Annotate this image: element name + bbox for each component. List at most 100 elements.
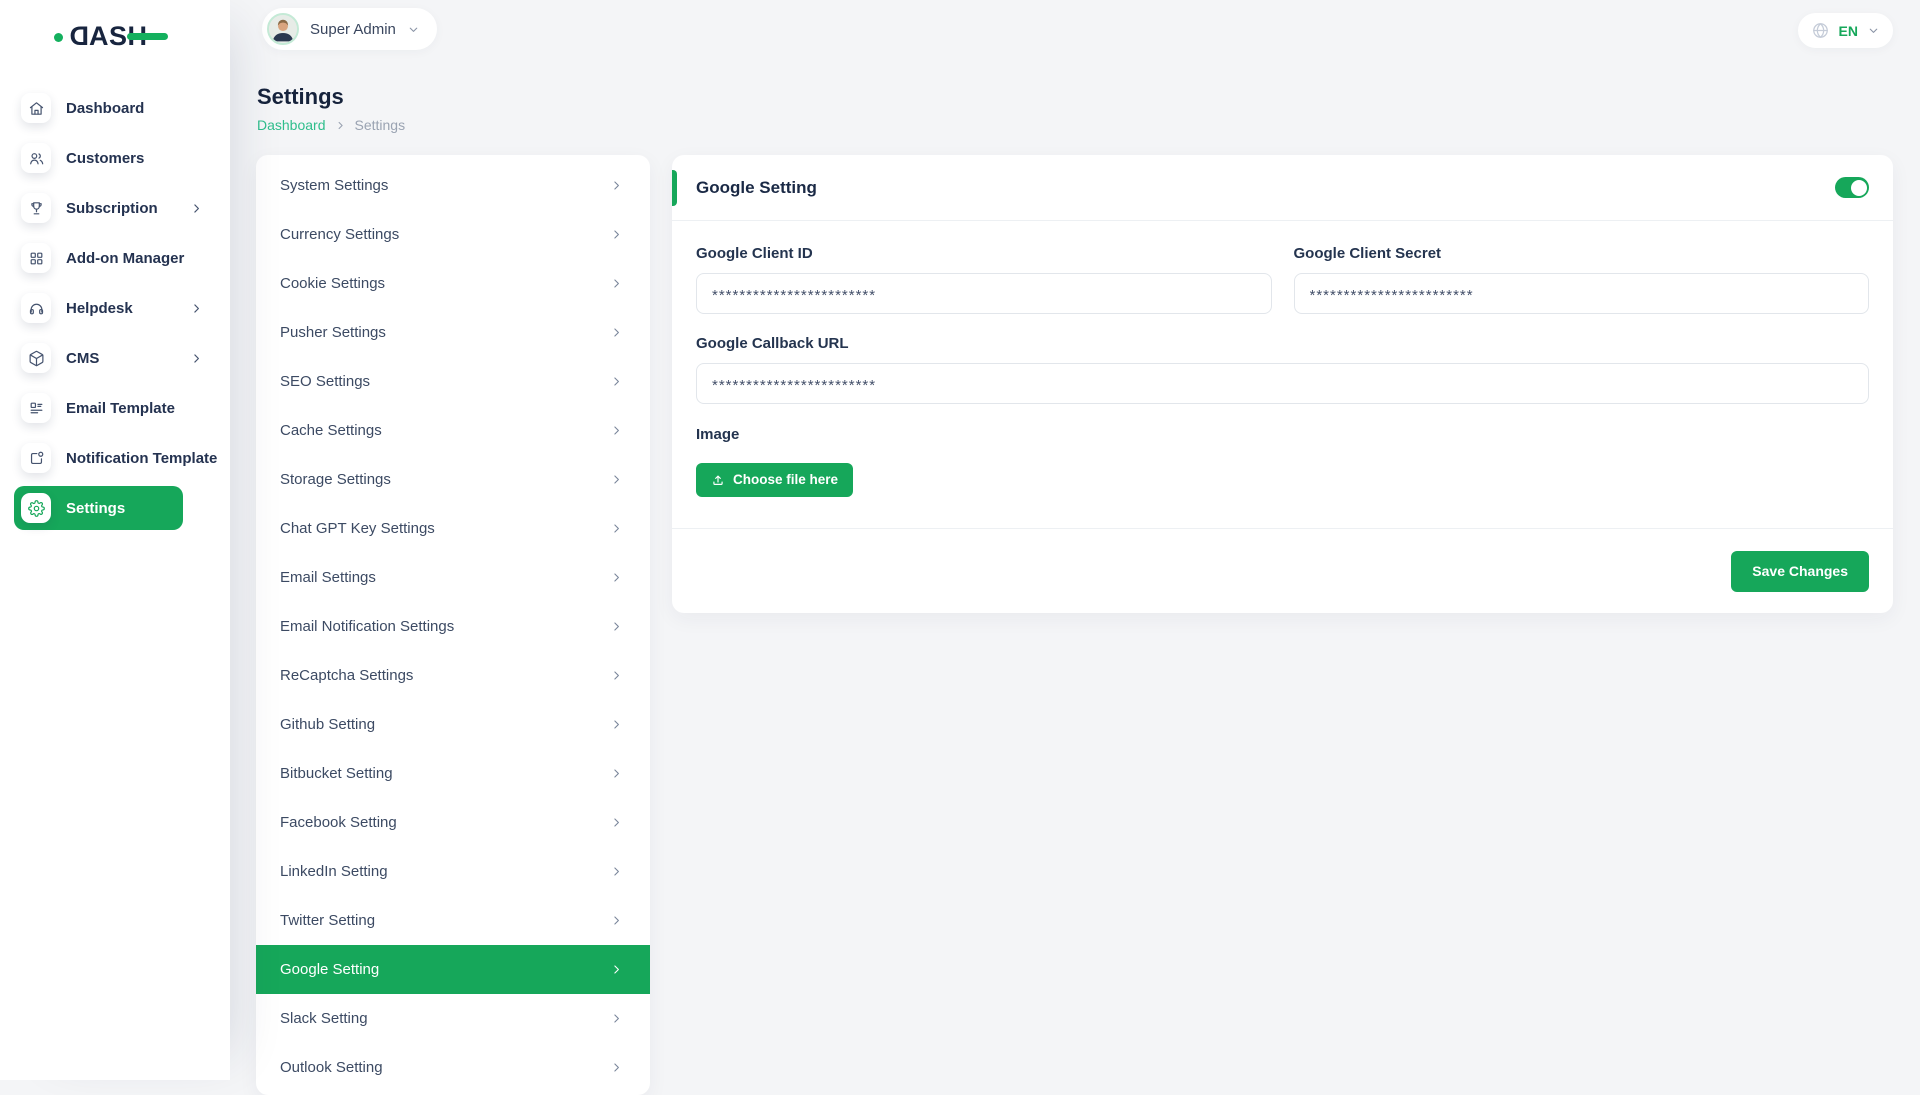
settings-nav-item-label: Email Settings bbox=[280, 569, 376, 586]
template-icon bbox=[21, 393, 51, 423]
sidebar-item-label: Notification Template bbox=[66, 450, 217, 467]
breadcrumb-separator-icon bbox=[335, 120, 346, 131]
chevron-right-icon bbox=[610, 865, 623, 878]
settings-nav-item-facebook-setting[interactable]: Facebook Setting bbox=[256, 798, 650, 847]
google-setting-toggle[interactable] bbox=[1835, 177, 1869, 198]
settings-nav-item-label: Chat GPT Key Settings bbox=[280, 520, 435, 537]
chevron-right-icon bbox=[610, 669, 623, 682]
settings-nav-list: System Settings Currency Settings Cookie S… bbox=[256, 155, 650, 1095]
avatar bbox=[267, 13, 299, 45]
settings-nav-item-github-setting[interactable]: Github Setting bbox=[256, 700, 650, 749]
settings-nav-item-twitter-setting[interactable]: Twitter Setting bbox=[256, 896, 650, 945]
toggle-knob bbox=[1851, 180, 1867, 196]
chevron-right-icon bbox=[610, 914, 623, 927]
google-setting-card: Google Setting Google Client IDGoogle Cl… bbox=[672, 155, 1893, 613]
settings-nav-item-linkedin-setting[interactable]: LinkedIn Setting bbox=[256, 847, 650, 896]
chevron-right-icon bbox=[610, 228, 623, 241]
settings-nav-item-label: Storage Settings bbox=[280, 471, 391, 488]
settings-nav-item-label: Pusher Settings bbox=[280, 324, 386, 341]
field-label: Google Callback URL bbox=[696, 335, 1869, 352]
settings-nav-item-label: Twitter Setting bbox=[280, 912, 375, 929]
fields-grid: Google Client IDGoogle Client SecretGoog… bbox=[696, 245, 1869, 425]
settings-nav-item-pusher-settings[interactable]: Pusher Settings bbox=[256, 308, 650, 357]
settings-nav-item-email-notification-settings[interactable]: Email Notification Settings bbox=[256, 602, 650, 651]
chevron-right-icon bbox=[610, 1012, 623, 1025]
settings-nav-item-cookie-settings[interactable]: Cookie Settings bbox=[256, 259, 650, 308]
field-google-client-secret: Google Client Secret bbox=[1294, 245, 1870, 314]
settings-nav-item-label: System Settings bbox=[280, 177, 388, 194]
field-label: Google Client Secret bbox=[1294, 245, 1870, 262]
sidebar-item-customers[interactable]: Customers bbox=[14, 133, 205, 183]
user-name: Super Admin bbox=[310, 21, 396, 38]
google-client-secret-input[interactable] bbox=[1294, 273, 1870, 314]
sidebar-item-add-on-manager[interactable]: Add-on Manager bbox=[14, 233, 205, 283]
google-client-id-input[interactable] bbox=[696, 273, 1272, 314]
google-callback-url-input[interactable] bbox=[696, 363, 1869, 404]
settings-nav-item-label: Cache Settings bbox=[280, 422, 382, 439]
brand-logo: DASH bbox=[69, 18, 148, 54]
sidebar-item-label: Dashboard bbox=[66, 100, 144, 117]
settings-nav-item-slack-setting[interactable]: Slack Setting bbox=[256, 994, 650, 1043]
settings-nav-item-outlook-setting[interactable]: Outlook Setting bbox=[256, 1043, 650, 1092]
choose-file-button[interactable]: Choose file here bbox=[696, 463, 853, 497]
chevron-right-icon bbox=[610, 326, 623, 339]
sidebar-item-label: CMS bbox=[66, 350, 99, 367]
settings-nav-item-chat-gpt-key-settings[interactable]: Chat GPT Key Settings bbox=[256, 504, 650, 553]
chevron-right-icon bbox=[610, 375, 623, 388]
sidebar-item-label: Add-on Manager bbox=[66, 250, 184, 267]
field-google-callback-url: Google Callback URL bbox=[696, 335, 1869, 404]
language-code: EN bbox=[1839, 23, 1858, 39]
home-icon bbox=[21, 93, 51, 123]
sidebar-item-label: Customers bbox=[66, 150, 144, 167]
settings-nav-item-currency-settings[interactable]: Currency Settings bbox=[256, 210, 650, 259]
chevron-right-icon bbox=[610, 620, 623, 633]
sidebar-item-notification-template[interactable]: Notification Template bbox=[14, 433, 205, 483]
settings-nav-item-google-setting[interactable]: Google Setting bbox=[256, 945, 650, 994]
settings-nav-item-recaptcha-settings[interactable]: ReCaptcha Settings bbox=[256, 651, 650, 700]
settings-nav-item-email-settings[interactable]: Email Settings bbox=[256, 553, 650, 602]
package-icon bbox=[21, 343, 51, 373]
sidebar-item-cms[interactable]: CMS bbox=[14, 333, 205, 383]
chevron-right-icon bbox=[610, 179, 623, 192]
sidebar-item-dashboard[interactable]: Dashboard bbox=[14, 83, 205, 133]
settings-nav-item-cache-settings[interactable]: Cache Settings bbox=[256, 406, 650, 455]
save-changes-button[interactable]: Save Changes bbox=[1731, 551, 1869, 592]
settings-nav-item-label: Currency Settings bbox=[280, 226, 399, 243]
sidebar: DASH Dashboard Customers Subscription Add-o… bbox=[0, 0, 230, 1080]
settings-nav-item-storage-settings[interactable]: Storage Settings bbox=[256, 455, 650, 504]
settings-nav-item-label: Cookie Settings bbox=[280, 275, 385, 292]
chevron-right-icon bbox=[610, 816, 623, 829]
settings-nav-item-label: Slack Setting bbox=[280, 1010, 368, 1027]
settings-nav-item-label: Outlook Setting bbox=[280, 1059, 383, 1076]
chevron-down-icon bbox=[407, 23, 420, 36]
card-accent-bar bbox=[672, 170, 677, 206]
sidebar-item-label: Email Template bbox=[66, 400, 175, 417]
chevron-right-icon bbox=[610, 473, 623, 486]
sidebar-item-email-template[interactable]: Email Template bbox=[14, 383, 205, 433]
chevron-down-icon bbox=[1867, 24, 1880, 37]
sidebar-item-settings[interactable]: Settings bbox=[14, 486, 183, 530]
logo-dot-icon bbox=[54, 33, 63, 42]
settings-nav-item-label: Github Setting bbox=[280, 716, 375, 733]
settings-nav-item-label: ReCaptcha Settings bbox=[280, 667, 413, 684]
settings-nav-item-system-settings[interactable]: System Settings bbox=[256, 161, 650, 210]
chevron-right-icon bbox=[610, 1061, 623, 1074]
user-menu[interactable]: Super Admin bbox=[262, 8, 437, 50]
breadcrumb-current: Settings bbox=[355, 117, 406, 133]
breadcrumb-link-dashboard[interactable]: Dashboard bbox=[257, 117, 326, 133]
sidebar-item-helpdesk[interactable]: Helpdesk bbox=[14, 283, 205, 333]
language-selector[interactable]: EN bbox=[1798, 13, 1893, 48]
chevron-right-icon bbox=[610, 277, 623, 290]
upload-icon bbox=[711, 473, 725, 487]
page-title: Settings bbox=[257, 84, 344, 110]
logo-dash-icon bbox=[127, 33, 168, 40]
globe-icon bbox=[1811, 21, 1830, 40]
card-body: Google Client IDGoogle Client SecretGoog… bbox=[672, 221, 1893, 497]
sidebar-item-subscription[interactable]: Subscription bbox=[14, 183, 205, 233]
chevron-right-icon bbox=[190, 302, 203, 315]
settings-nav-item-label: Bitbucket Setting bbox=[280, 765, 393, 782]
settings-nav-item-bitbucket-setting[interactable]: Bitbucket Setting bbox=[256, 749, 650, 798]
settings-nav-item-seo-settings[interactable]: SEO Settings bbox=[256, 357, 650, 406]
breadcrumb: Dashboard Settings bbox=[257, 117, 405, 133]
chevron-right-icon bbox=[610, 571, 623, 584]
